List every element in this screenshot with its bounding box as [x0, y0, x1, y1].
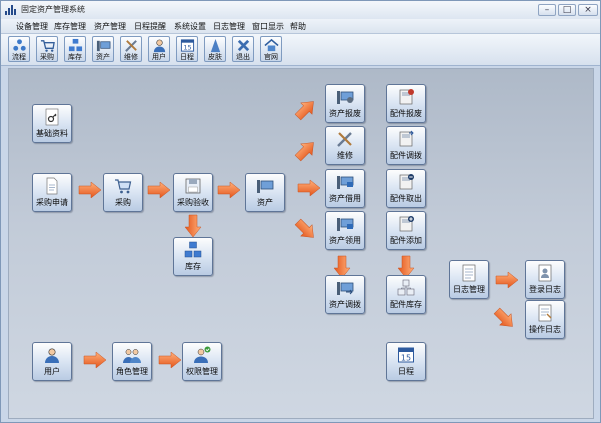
part-transfer-icon	[399, 130, 414, 147]
arrow-acceptance-to-inventory	[184, 214, 202, 238]
user-icon	[153, 39, 166, 53]
cart-icon	[115, 179, 132, 194]
asset-borrow-icon	[337, 176, 354, 189]
save-icon	[185, 178, 201, 194]
key-icon	[45, 108, 59, 126]
node-purchase-request[interactable]: 采购申请	[32, 173, 72, 212]
node-asset[interactable]: 资产	[245, 173, 285, 212]
part-outbound-icon	[399, 174, 414, 190]
maximize-button[interactable]: □	[558, 4, 576, 16]
node-login-log[interactable]: 登录日志	[525, 260, 565, 299]
menu-schedule-reminder[interactable]: 日程提醒	[134, 21, 166, 32]
asset-scrap-icon	[337, 91, 354, 104]
part-scrap-icon	[399, 89, 414, 105]
arrow-request-to-purchase	[78, 181, 102, 199]
arrow-asset-to-repair	[294, 142, 314, 162]
asset-use-icon	[337, 218, 354, 231]
arrow-asset-to-scrap	[294, 101, 314, 121]
close-button[interactable]: ×	[578, 4, 598, 16]
exit-icon	[237, 39, 250, 52]
calendar-day-number: 15	[401, 354, 411, 363]
toolbar-purchase-button[interactable]: 采购	[36, 36, 58, 62]
svg-text:15: 15	[183, 44, 191, 52]
calendar-icon: 15	[180, 39, 195, 52]
menu-asset-management[interactable]: 资产管理	[94, 21, 126, 32]
node-part-transfer[interactable]: 配件调拨	[386, 126, 426, 165]
app-logo-icon	[5, 5, 16, 15]
asset-icon	[257, 180, 274, 193]
part-add-icon	[399, 216, 414, 232]
arrow-role-to-permission	[158, 351, 182, 369]
menu-help[interactable]: 帮助	[290, 21, 306, 32]
repair-icon	[125, 40, 137, 52]
arrow-asset-to-borrow	[297, 179, 321, 197]
menu-window-display[interactable]: 窗口显示	[252, 21, 284, 32]
menu-bar: 设备管理 库存管理 资产管理 日程提醒 系统设置 日志管理 窗口显示 帮助	[1, 19, 600, 34]
menu-device-management[interactable]: 设备管理	[16, 21, 48, 32]
window-title: 固定资产管理系统	[21, 5, 85, 14]
permission-icon	[194, 346, 211, 363]
toolbar-website-button[interactable]: 官网	[260, 36, 282, 62]
toolbar-schedule-button[interactable]: 15 日程	[176, 36, 198, 62]
toolbar-flow-button[interactable]: 流程	[8, 36, 30, 62]
toolbar: 流程 采购 库存 资产 维修 用户 15 日程 皮肤 退出 官网	[1, 34, 600, 66]
node-user[interactable]: 用户	[32, 342, 72, 381]
inventory-icon	[184, 241, 202, 258]
operation-log-icon	[538, 304, 552, 322]
menu-system-settings[interactable]: 系统设置	[174, 21, 206, 32]
asset-transfer-icon	[337, 282, 354, 295]
toolbar-inventory-button[interactable]: 库存	[64, 36, 86, 62]
title-bar: 固定资产管理系统 – □ ×	[1, 1, 600, 20]
arrow-log-to-operation-log	[493, 307, 513, 327]
inventory-icon	[68, 38, 83, 52]
node-asset-use[interactable]: 资产领用	[325, 211, 365, 250]
log-icon	[462, 264, 476, 282]
node-permission-management[interactable]: 权限管理	[182, 342, 222, 381]
skin-icon	[210, 38, 221, 53]
node-part-scrap[interactable]: 配件报废	[386, 84, 426, 123]
arrow-acceptance-to-asset	[217, 181, 241, 199]
node-basic-info[interactable]: 基础资料	[32, 104, 72, 143]
arrow-purchase-to-acceptance	[147, 181, 171, 199]
menu-log-management[interactable]: 日志管理	[213, 21, 245, 32]
cart-icon	[40, 40, 55, 52]
node-schedule[interactable]: 15 日程	[386, 342, 426, 381]
node-asset-borrow[interactable]: 资产借用	[325, 169, 365, 208]
node-asset-transfer[interactable]: 资产调拨	[325, 275, 365, 314]
node-part-outbound[interactable]: 配件取出	[386, 169, 426, 208]
minimize-button[interactable]: –	[538, 4, 556, 16]
node-asset-scrap[interactable]: 资产报废	[325, 84, 365, 123]
node-part-inventory[interactable]: 配件库存	[386, 275, 426, 314]
arrow-asset-to-use	[294, 218, 314, 238]
arrow-user-to-role	[83, 351, 107, 369]
node-part-add[interactable]: 配件添加	[386, 211, 426, 250]
node-purchase-acceptance[interactable]: 采购验收	[173, 173, 213, 212]
menu-inventory-management[interactable]: 库存管理	[54, 21, 86, 32]
asset-icon	[96, 40, 111, 52]
app-window: 固定资产管理系统 – □ × 设备管理 库存管理 资产管理 日程提醒 系统设置 …	[0, 0, 601, 423]
toolbar-user-button[interactable]: 用户	[148, 36, 170, 62]
node-inventory[interactable]: 库存	[173, 237, 213, 276]
user-icon	[45, 348, 59, 363]
node-repair[interactable]: 维修	[325, 126, 365, 165]
flow-icon	[13, 39, 26, 51]
toolbar-skin-button[interactable]: 皮肤	[204, 36, 226, 62]
node-operation-log[interactable]: 操作日志	[525, 300, 565, 339]
workflow-canvas: 基础资料 采购申请 采购 采购验收 库存 资产 资产报废 维修 资产借用 资产领…	[8, 68, 594, 419]
workflow-arrows	[78, 101, 519, 369]
users-icon	[123, 349, 141, 363]
repair-icon	[337, 132, 352, 147]
node-purchase[interactable]: 采购	[103, 173, 143, 212]
toolbar-asset-button[interactable]: 资产	[92, 36, 114, 62]
arrow-log-to-login-log	[495, 271, 519, 289]
node-log-management[interactable]: 日志管理	[449, 260, 489, 299]
part-inventory-icon	[397, 279, 415, 296]
toolbar-exit-button[interactable]: 退出	[232, 36, 254, 62]
home-icon	[264, 38, 279, 52]
document-icon	[46, 177, 58, 195]
toolbar-repair-button[interactable]: 维修	[120, 36, 142, 62]
calendar-icon: 15	[398, 347, 414, 363]
login-log-icon	[538, 264, 552, 282]
node-role-management[interactable]: 角色管理	[112, 342, 152, 381]
